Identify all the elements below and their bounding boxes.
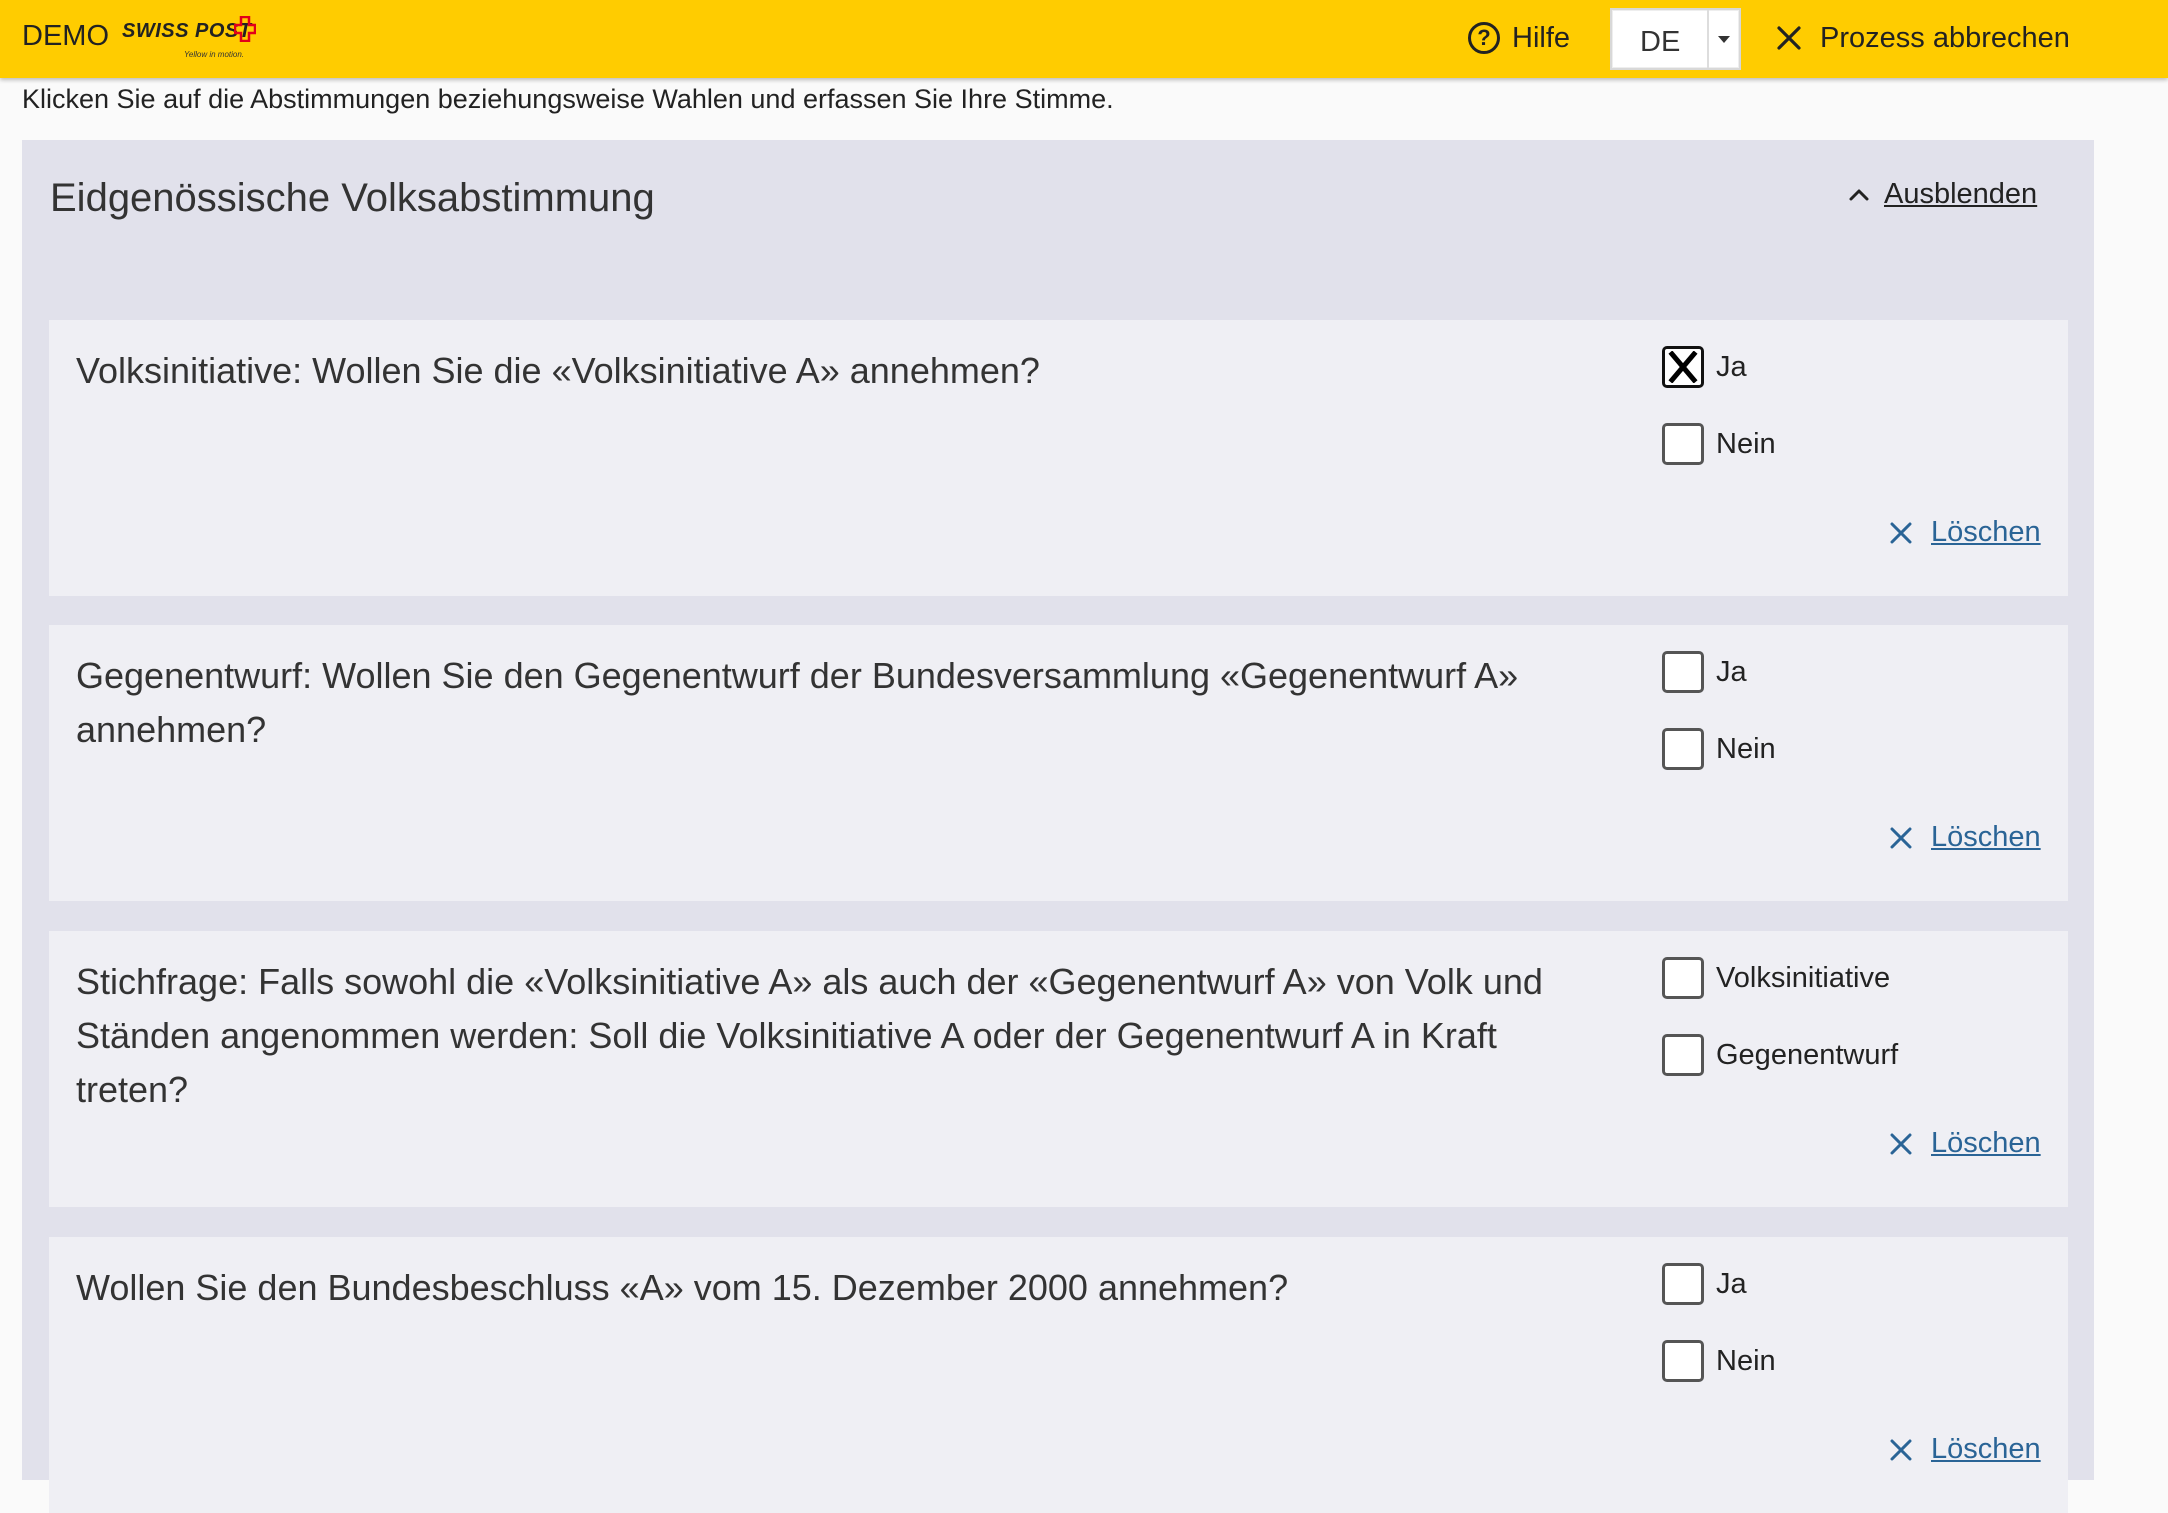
chevron-up-icon [1849,189,1869,200]
clear-button[interactable]: Löschen [1889,821,2041,854]
demo-label: DEMO [22,20,109,52]
question-card: Wollen Sie den Bundesbeschluss «A» vom 1… [49,1237,2068,1513]
logo-text: SWISS POST [122,20,252,42]
option-ja[interactable]: Ja [1662,346,1747,388]
option-gegenentwurf[interactable]: Gegenentwurf [1662,1034,1898,1076]
clear-label: Löschen [1931,516,2041,548]
option-label: Ja [1716,350,1747,383]
ballot-panel: Eidgenössische Volksabstimmung Ausblende… [22,140,2094,1513]
checkbox[interactable] [1662,1034,1704,1076]
option-label: Volksinitiative [1716,961,1891,994]
close-icon [1777,26,1801,50]
swiss-cross-icon [234,16,256,42]
question-text: Volksinitiative: Wollen Sie die «Volksin… [76,350,1040,391]
question-card: Gegenentwurf: Wollen Sie den Gegenentwur… [49,625,2068,901]
option-label: Ja [1716,1267,1747,1300]
clear-label: Löschen [1931,1433,2041,1465]
help-icon: ? [1468,22,1500,54]
option-nein[interactable]: Nein [1662,1340,1776,1382]
checkbox[interactable] [1662,1263,1704,1305]
close-icon [1890,1133,1912,1154]
logo-slogan: Yellow in motion. [184,50,245,59]
close-icon [1890,522,1912,543]
language-select[interactable]: DE [1610,8,1741,70]
option-label: Gegenentwurf [1716,1038,1899,1071]
option-volksinitiative[interactable]: Volksinitiative [1662,957,1890,999]
option-label: Nein [1716,732,1776,765]
help-label: Hilfe [1512,21,1571,54]
option-label: Nein [1716,427,1776,460]
collapse-label: Ausblenden [1884,178,2038,210]
help-button[interactable]: ? Hilfe [1468,16,1570,60]
chevron-down-icon[interactable] [1707,10,1739,68]
cancel-process-button[interactable]: Prozess abbrechen [1776,16,2070,60]
clear-label: Löschen [1931,1127,2041,1159]
language-value: DE [1640,26,1681,58]
close-icon [1890,1439,1912,1460]
cancel-process-label: Prozess abbrechen [1820,21,2070,54]
close-icon [1890,827,1912,848]
option-label: Ja [1716,655,1747,688]
option-ja[interactable]: Ja [1662,1263,1747,1305]
option-nein[interactable]: Nein [1662,423,1776,465]
question-text: Wollen Sie den Bundesbeschluss «A» vom 1… [76,1267,1289,1308]
clear-label: Löschen [1931,821,2041,853]
question-card: Stichfrage: Falls sowohl die «Volksiniti… [49,931,2068,1207]
option-nein[interactable]: Nein [1662,728,1776,770]
collapse-button[interactable]: Ausblenden [1848,178,2037,211]
option-label: Nein [1716,1344,1776,1377]
clear-button[interactable]: Löschen [1889,516,2041,549]
question-card: Volksinitiative: Wollen Sie die «Volksin… [49,320,2068,596]
checkbox[interactable] [1662,728,1704,770]
check-x-icon [1668,351,1698,383]
checkbox[interactable] [1662,957,1704,999]
option-ja[interactable]: Ja [1662,651,1747,693]
question-text: Stichfrage: Falls sowohl die «Volksiniti… [76,961,1543,1110]
checkbox[interactable] [1662,651,1704,693]
checkbox[interactable] [1662,1340,1704,1382]
intro-text: Klicken Sie auf die Abstimmungen beziehu… [22,84,1114,114]
clear-button[interactable]: Löschen [1889,1127,2041,1160]
checkbox[interactable] [1662,346,1704,388]
swiss-post-logo: SWISS POST Yellow in motion. [122,14,262,64]
question-text: Gegenentwurf: Wollen Sie den Gegenentwur… [76,655,1519,750]
top-bar: DEMO SWISS POST Yellow in motion. ? Hilf… [0,0,2168,78]
checkbox[interactable] [1662,423,1704,465]
clear-button[interactable]: Löschen [1889,1433,2041,1466]
ballot-title: Eidgenössische Volksabstimmung [50,176,655,220]
